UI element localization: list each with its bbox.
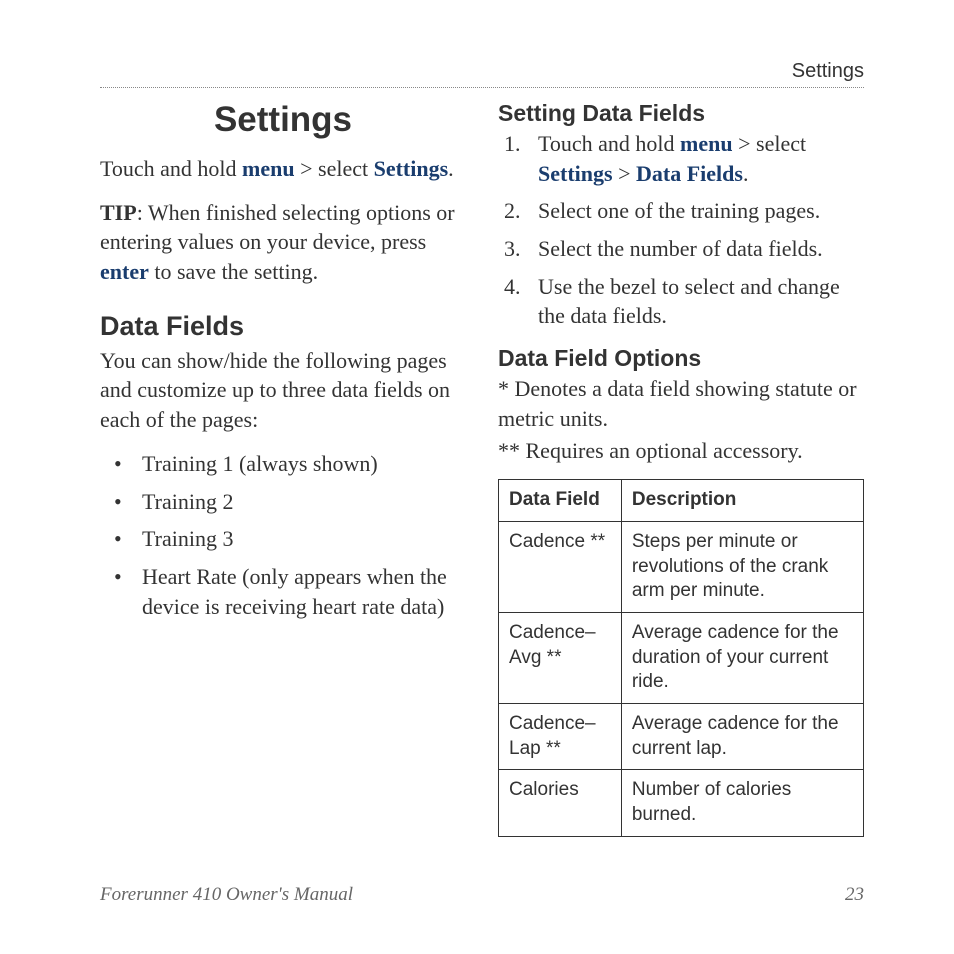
options-note-2: ** Requires an optional accessory. bbox=[498, 436, 864, 466]
data-field-options-heading: Data Field Options bbox=[498, 345, 864, 372]
options-note-1: * Denotes a data field showing statute o… bbox=[498, 374, 864, 433]
enter-keyword: enter bbox=[100, 259, 149, 284]
table-cell-field: Cadence ** bbox=[499, 521, 622, 612]
setting-data-fields-heading: Setting Data Fields bbox=[498, 100, 864, 127]
footer-title: Forerunner 410 Owner's Manual bbox=[100, 884, 353, 906]
tip-paragraph: TIP: When finished selecting options or … bbox=[100, 198, 466, 287]
table-cell-desc: Average cadence for the current lap. bbox=[621, 704, 863, 770]
list-item: Training 2 bbox=[114, 487, 466, 517]
table-header: Description bbox=[621, 480, 863, 522]
step-item: Touch and hold menu > select Settings > … bbox=[504, 129, 864, 188]
settings-keyword: Settings bbox=[374, 156, 449, 181]
table-row: Cadence ** Steps per minute or revolutio… bbox=[499, 521, 864, 612]
step-item: Select the number of data fields. bbox=[504, 234, 864, 264]
table-header-row: Data Field Description bbox=[499, 480, 864, 522]
menu-keyword: menu bbox=[242, 156, 295, 181]
table-cell-desc: Steps per minute or revolutions of the c… bbox=[621, 521, 863, 612]
table-row: Calories Number of calories burned. bbox=[499, 770, 864, 836]
table-cell-desc: Average cadence for the duration of your… bbox=[621, 612, 863, 703]
table-cell-field: Cadence–Avg ** bbox=[499, 612, 622, 703]
table-cell-field: Calories bbox=[499, 770, 622, 836]
pages-list: Training 1 (always shown) Training 2 Tra… bbox=[100, 449, 466, 621]
menu-keyword: menu bbox=[680, 131, 733, 156]
table-header: Data Field bbox=[499, 480, 622, 522]
table-row: Cadence–Lap ** Average cadence for the c… bbox=[499, 704, 864, 770]
list-item: Training 1 (always shown) bbox=[114, 449, 466, 479]
table-cell-desc: Number of calories burned. bbox=[621, 770, 863, 836]
left-column: Settings Touch and hold menu > select Se… bbox=[100, 100, 466, 837]
steps-list: Touch and hold menu > select Settings > … bbox=[498, 129, 864, 331]
step-item: Select one of the training pages. bbox=[504, 196, 864, 226]
data-fields-table: Data Field Description Cadence ** Steps … bbox=[498, 479, 864, 837]
list-item: Training 3 bbox=[114, 524, 466, 554]
table-cell-field: Cadence–Lap ** bbox=[499, 704, 622, 770]
intro-paragraph: Touch and hold menu > select Settings. bbox=[100, 154, 466, 184]
footer: Forerunner 410 Owner's Manual 23 bbox=[100, 884, 864, 906]
page-title: Settings bbox=[100, 100, 466, 140]
data-fields-keyword: Data Fields bbox=[636, 161, 743, 186]
data-fields-intro: You can show/hide the following pages an… bbox=[100, 346, 466, 435]
settings-keyword: Settings bbox=[538, 161, 613, 186]
right-column: Setting Data Fields Touch and hold menu … bbox=[498, 100, 864, 837]
tip-label: TIP bbox=[100, 200, 137, 225]
step-item: Use the bezel to select and change the d… bbox=[504, 272, 864, 331]
data-fields-heading: Data Fields bbox=[100, 311, 466, 342]
header-section-label: Settings bbox=[100, 60, 864, 88]
table-row: Cadence–Avg ** Average cadence for the d… bbox=[499, 612, 864, 703]
list-item: Heart Rate (only appears when the device… bbox=[114, 562, 466, 621]
page-number: 23 bbox=[845, 884, 864, 906]
